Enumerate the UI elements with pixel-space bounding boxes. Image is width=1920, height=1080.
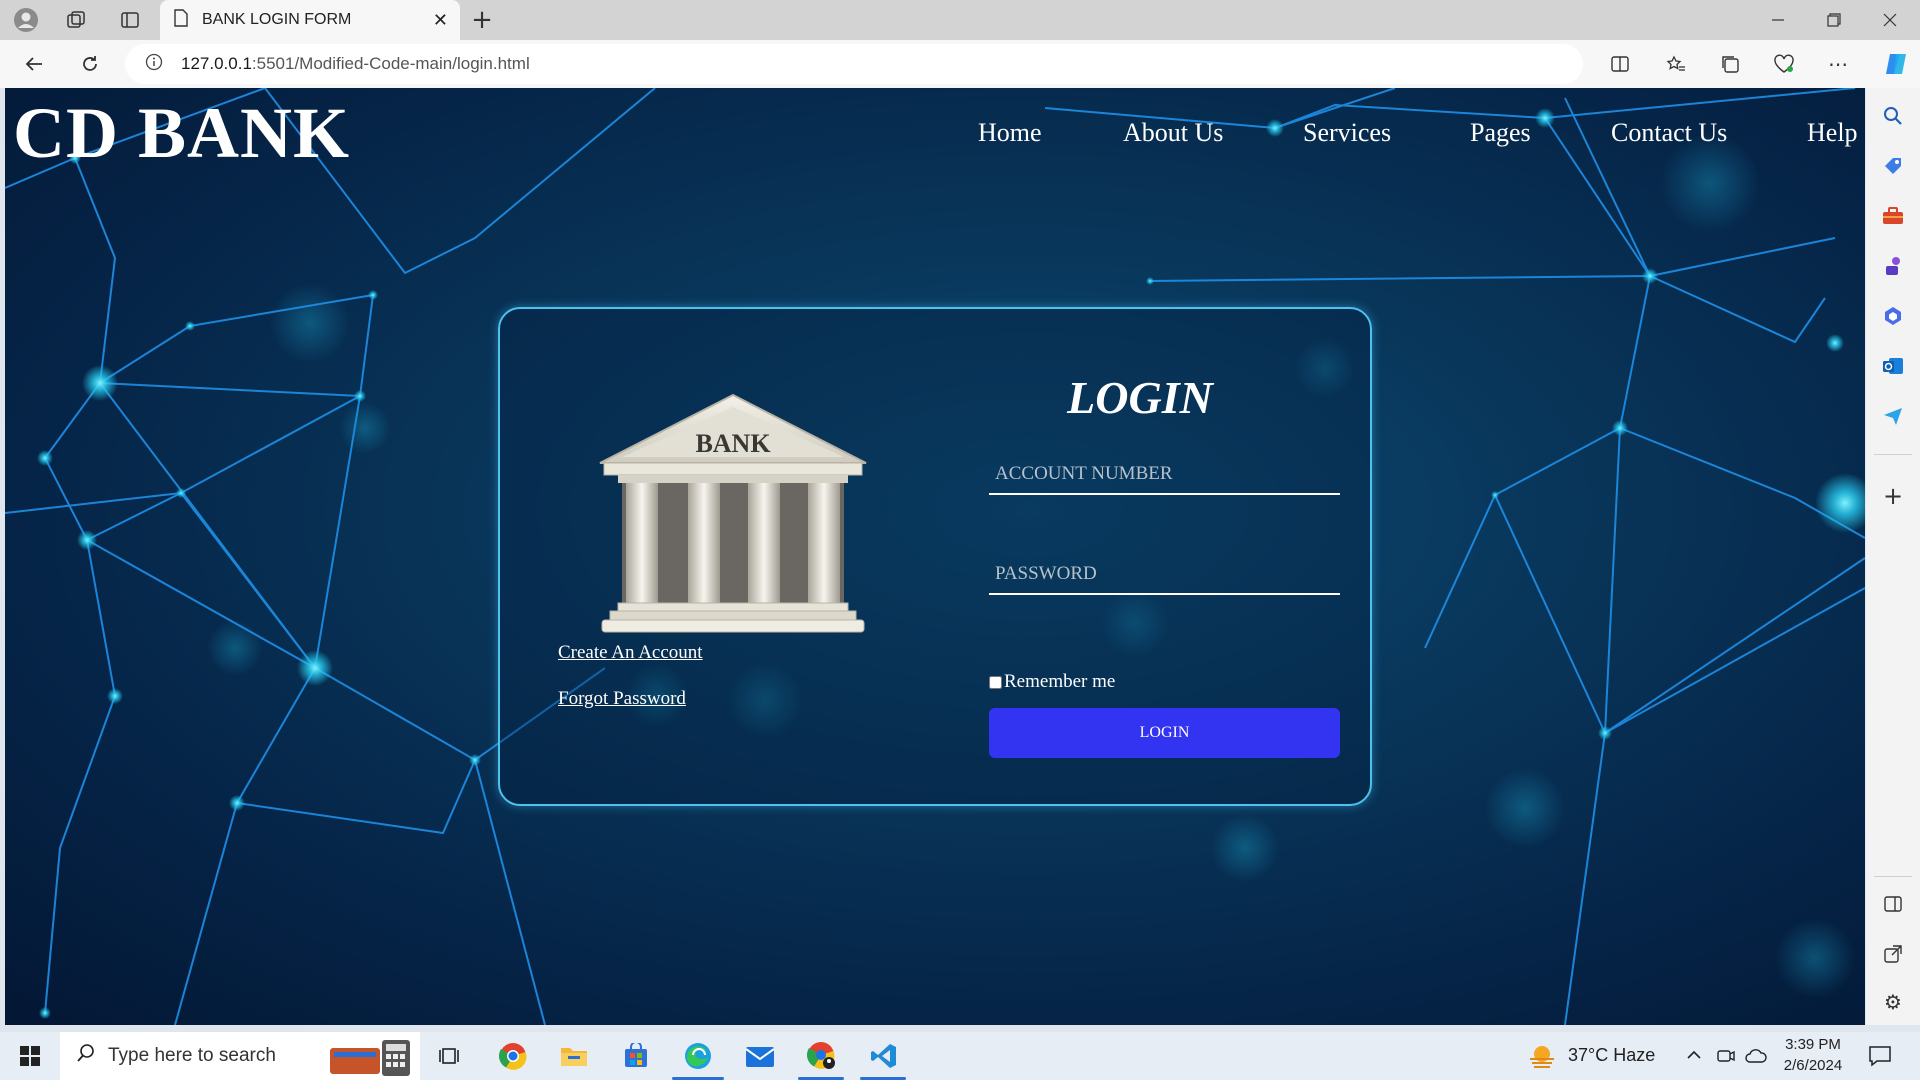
windows-taskbar: Type here to search 37°C Haze 3:39 PM 2/…	[0, 1032, 1920, 1080]
login-card: BANK Create An Account Forgot Password L…	[498, 307, 1372, 806]
main-nav: Home About Us Services Pages Contact Us …	[5, 118, 1865, 158]
taskbar-search-icon	[76, 1043, 96, 1069]
page-file-icon	[174, 9, 188, 31]
url-host: 127.0.0.1	[181, 54, 252, 73]
vscode-icon[interactable]	[868, 1040, 900, 1072]
taskbar-search-placeholder: Type here to search	[108, 1045, 276, 1066]
remember-me-label: Remember me	[1004, 671, 1116, 692]
hide-sidebar-icon[interactable]	[1881, 892, 1905, 916]
page-viewport: CD BANK Home About Us Services Pages Con…	[5, 88, 1865, 1025]
mail-icon[interactable]	[744, 1040, 776, 1072]
nav-help[interactable]: Help	[1807, 118, 1858, 148]
url-path: :5501/Modified-Code-main/login.html	[251, 54, 530, 73]
nav-contact-us[interactable]: Contact Us	[1611, 118, 1727, 148]
minimize-icon[interactable]	[1764, 6, 1792, 34]
account-number-input[interactable]	[989, 455, 1340, 495]
weather-text[interactable]: 37°C Haze	[1568, 1045, 1655, 1066]
outlook-icon[interactable]	[1881, 354, 1905, 378]
nav-home[interactable]: Home	[978, 118, 1042, 148]
chrome-profile-icon[interactable]	[806, 1040, 838, 1072]
more-menu-icon[interactable]: ⋯	[1824, 50, 1852, 78]
edge-sidebar: + ⚙	[1866, 88, 1920, 1025]
address-bar[interactable]: 127.0.0.1:5501/Modified-Code-main/login.…	[125, 44, 1583, 84]
tab-bank-login[interactable]: BANK LOGIN FORM ✕	[160, 0, 460, 40]
sidebar-divider	[1874, 454, 1912, 455]
remember-me[interactable]: Remember me	[989, 671, 1115, 693]
file-explorer-icon[interactable]	[558, 1040, 590, 1072]
chrome-icon[interactable]	[497, 1040, 529, 1072]
create-account-link[interactable]: Create An Account	[558, 642, 703, 664]
notifications-icon[interactable]	[1868, 1044, 1892, 1072]
copilot-icon[interactable]	[1880, 48, 1912, 80]
collections-icon[interactable]	[1716, 50, 1744, 78]
tools-icon[interactable]	[1881, 204, 1905, 228]
split-screen-icon[interactable]	[1606, 50, 1634, 78]
close-window-icon[interactable]	[1876, 6, 1904, 34]
bank-illustration-label: BANK	[695, 429, 771, 458]
open-external-icon[interactable]	[1881, 942, 1905, 966]
task-view-icon[interactable]	[434, 1040, 466, 1072]
close-tab-icon[interactable]: ✕	[433, 10, 448, 31]
drop-send-icon[interactable]	[1881, 404, 1905, 428]
edge-icon[interactable]	[682, 1040, 714, 1072]
clock-time[interactable]: 3:39 PM	[1783, 1036, 1843, 1053]
settings-gear-icon[interactable]: ⚙	[1881, 990, 1905, 1014]
chevron-up-icon[interactable]	[1685, 1046, 1703, 1069]
refresh-icon[interactable]	[76, 50, 104, 78]
favorites-icon[interactable]	[1662, 50, 1690, 78]
nav-pages[interactable]: Pages	[1470, 118, 1531, 148]
meet-now-icon[interactable]	[1716, 1046, 1736, 1070]
remember-me-checkbox[interactable]	[989, 675, 1002, 689]
nav-services[interactable]: Services	[1303, 118, 1391, 148]
login-button[interactable]: LOGIN	[989, 708, 1340, 758]
search-highlight-icon[interactable]	[322, 1036, 418, 1080]
url-text: 127.0.0.1:5501/Modified-Code-main/login.…	[181, 54, 530, 74]
store-icon[interactable]	[620, 1040, 652, 1072]
windows-start-icon[interactable]	[14, 1040, 46, 1072]
weather-haze-icon[interactable]	[1528, 1042, 1556, 1074]
clock-date[interactable]: 2/6/2024	[1780, 1057, 1846, 1074]
password-input[interactable]	[989, 555, 1340, 595]
browser-tab-strip: BANK LOGIN FORM ✕ +	[0, 0, 1920, 40]
sidebar-divider-bottom	[1874, 876, 1912, 877]
games-icon[interactable]	[1881, 254, 1905, 278]
shopping-tag-icon[interactable]	[1881, 154, 1905, 178]
nav-about-us[interactable]: About Us	[1123, 118, 1223, 148]
tab-actions-icon[interactable]	[118, 8, 142, 32]
site-info-icon[interactable]	[145, 53, 163, 76]
bank-building-icon: BANK	[599, 393, 867, 633]
search-icon[interactable]	[1881, 104, 1905, 128]
forgot-password-link[interactable]: Forgot Password	[558, 688, 686, 710]
tab-title: BANK LOGIN FORM	[202, 11, 352, 28]
profile-icon[interactable]	[12, 6, 40, 34]
back-icon[interactable]	[20, 50, 48, 78]
taskbar-search[interactable]: Type here to search	[60, 1032, 420, 1080]
new-tab-icon[interactable]: +	[468, 5, 496, 35]
add-icon[interactable]: +	[1881, 482, 1905, 510]
login-title: LOGIN	[1067, 372, 1213, 423]
microsoft-365-icon[interactable]	[1881, 304, 1905, 328]
restore-icon[interactable]	[1820, 6, 1848, 34]
onedrive-cloud-icon[interactable]	[1744, 1046, 1768, 1070]
workspaces-icon[interactable]	[64, 8, 88, 32]
browser-essentials-icon[interactable]	[1770, 50, 1798, 78]
